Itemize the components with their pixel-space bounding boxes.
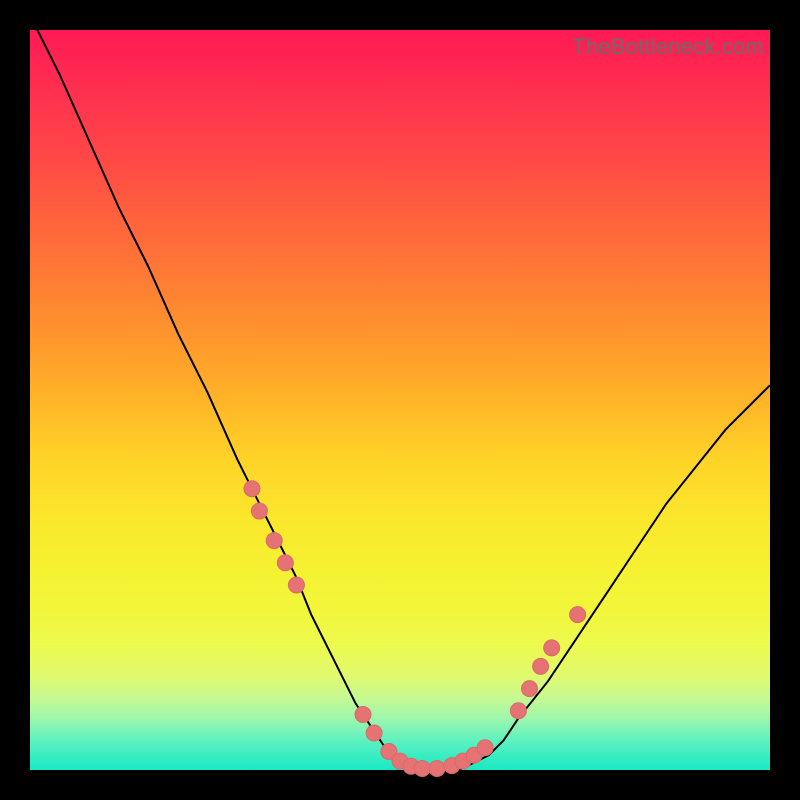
data-point: [366, 725, 382, 741]
chart-svg: [30, 30, 770, 770]
data-point: [266, 533, 282, 549]
data-point: [414, 761, 430, 777]
data-point: [533, 658, 549, 674]
chart-frame: TheBottleneck.com: [0, 0, 800, 800]
data-point: [477, 740, 493, 756]
data-point: [244, 481, 260, 497]
data-markers: [244, 481, 586, 777]
plot-area: TheBottleneck.com: [30, 30, 770, 770]
data-point: [429, 761, 445, 777]
data-point: [570, 607, 586, 623]
data-point: [510, 703, 526, 719]
data-point: [288, 577, 304, 593]
data-point: [522, 681, 538, 697]
data-point: [544, 640, 560, 656]
bottleneck-curve: [30, 15, 770, 770]
data-point: [355, 707, 371, 723]
data-point: [277, 555, 293, 571]
data-point: [251, 503, 267, 519]
